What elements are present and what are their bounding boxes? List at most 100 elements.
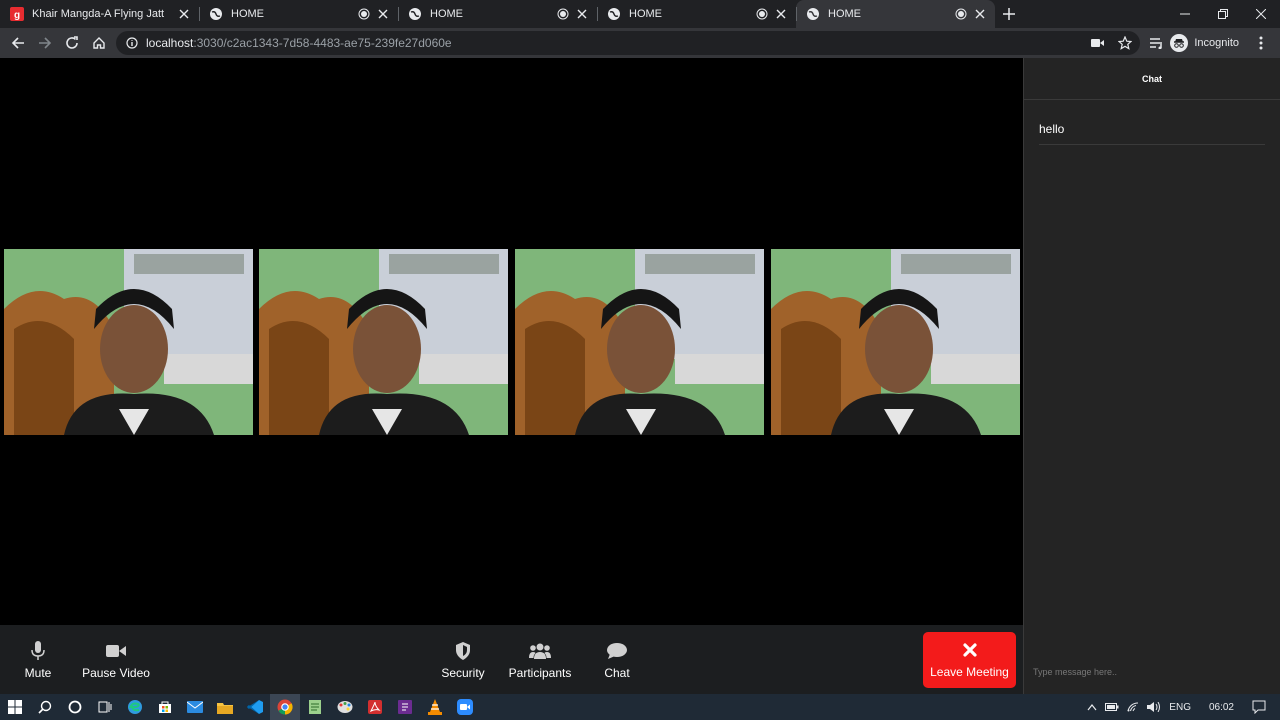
battery-icon[interactable] bbox=[1105, 703, 1119, 711]
acrobat-icon bbox=[368, 700, 382, 714]
browser-tab-4[interactable]: HOME bbox=[597, 0, 796, 28]
recording-icon bbox=[756, 8, 768, 20]
recording-icon bbox=[955, 8, 967, 20]
chat-button[interactable]: Chat bbox=[597, 625, 637, 694]
browser-tab-5[interactable]: HOME bbox=[796, 0, 995, 28]
vscode-icon bbox=[247, 700, 263, 714]
acrobat-taskbar-app[interactable] bbox=[360, 694, 390, 720]
paint-taskbar-app[interactable] bbox=[330, 694, 360, 720]
webcam-feed-image bbox=[259, 249, 508, 435]
vscode-taskbar-app[interactable] bbox=[240, 694, 270, 720]
sublime-taskbar-app[interactable] bbox=[390, 694, 420, 720]
volume-icon[interactable] bbox=[1147, 702, 1161, 712]
media-control-button[interactable] bbox=[1144, 30, 1170, 56]
vlc-taskbar-app[interactable] bbox=[420, 694, 450, 720]
webcam-feed-image bbox=[4, 249, 253, 435]
search-button[interactable] bbox=[30, 694, 60, 720]
mute-label: Mute bbox=[24, 665, 52, 680]
bookmark-button[interactable] bbox=[1112, 30, 1138, 56]
chrome-taskbar-app[interactable] bbox=[270, 694, 300, 720]
edge-icon bbox=[128, 700, 142, 714]
tab-title: HOME bbox=[231, 8, 264, 20]
video-camera-icon bbox=[1091, 39, 1105, 47]
participant-video-2 bbox=[259, 249, 508, 435]
recording-icon bbox=[358, 8, 370, 20]
clock[interactable]: 06:02 bbox=[1209, 702, 1234, 713]
arrow-left-icon bbox=[11, 37, 24, 49]
browser-tab-2[interactable]: HOME bbox=[199, 0, 398, 28]
minimize-button[interactable] bbox=[1166, 0, 1204, 28]
close-tab-icon[interactable] bbox=[973, 7, 987, 21]
chat-label: Chat bbox=[604, 665, 630, 680]
video-camera-icon bbox=[106, 640, 126, 662]
vlc-cone-icon bbox=[428, 699, 442, 715]
svg-text:g: g bbox=[14, 10, 20, 21]
home-icon bbox=[93, 37, 105, 49]
mute-button[interactable]: Mute bbox=[18, 625, 58, 694]
microphone-icon bbox=[31, 640, 45, 662]
browser-menu-button[interactable] bbox=[1248, 30, 1274, 56]
reload-icon bbox=[66, 36, 78, 49]
close-window-button[interactable] bbox=[1242, 0, 1280, 28]
profile-label: Incognito bbox=[1194, 37, 1239, 49]
pause-video-button[interactable]: Pause Video bbox=[80, 625, 152, 694]
participants-button[interactable]: Participants bbox=[505, 625, 575, 694]
forward-button[interactable] bbox=[32, 30, 58, 56]
input-language-indicator[interactable]: ENG bbox=[1169, 702, 1191, 713]
webcam-feed-image bbox=[515, 249, 764, 435]
toolbar-actions: Incognito bbox=[1084, 28, 1280, 58]
incognito-icon bbox=[1170, 34, 1189, 52]
wifi-icon[interactable] bbox=[1127, 702, 1139, 712]
editor-app-icon bbox=[398, 700, 412, 714]
security-button[interactable]: Security bbox=[438, 625, 488, 694]
security-label: Security bbox=[441, 665, 485, 680]
notepad-icon bbox=[309, 700, 321, 714]
close-tab-icon[interactable] bbox=[376, 7, 390, 21]
participant-video-1 bbox=[4, 249, 253, 435]
mail-taskbar-app[interactable] bbox=[180, 694, 210, 720]
back-button[interactable] bbox=[5, 30, 31, 56]
notepad-taskbar-app[interactable] bbox=[300, 694, 330, 720]
restore-button[interactable] bbox=[1204, 0, 1242, 28]
browser-tab-1[interactable]: g Khair Mangda-A Flying Jatt bbox=[0, 0, 199, 28]
plus-icon bbox=[1003, 8, 1015, 20]
edge-taskbar-app[interactable] bbox=[120, 694, 150, 720]
chat-message-input[interactable] bbox=[1033, 662, 1263, 682]
store-taskbar-app[interactable] bbox=[150, 694, 180, 720]
recording-icon bbox=[557, 8, 569, 20]
meeting-controls: Mute Pause Video Security Participants C… bbox=[0, 625, 1023, 694]
pause-video-label: Pause Video bbox=[82, 665, 150, 680]
cortana-circle-icon bbox=[68, 700, 82, 714]
video-grid bbox=[0, 58, 1023, 625]
close-tab-icon[interactable] bbox=[575, 7, 589, 21]
camera-in-use-button[interactable] bbox=[1085, 30, 1111, 56]
reload-button[interactable] bbox=[59, 30, 85, 56]
participants-label: Participants bbox=[508, 665, 572, 680]
system-tray: ENG 06:02 bbox=[1087, 694, 1280, 720]
info-icon[interactable] bbox=[126, 37, 138, 49]
close-tab-icon[interactable] bbox=[774, 7, 788, 21]
task-view-button[interactable] bbox=[90, 694, 120, 720]
cortana-button[interactable] bbox=[60, 694, 90, 720]
new-tab-button[interactable] bbox=[995, 0, 1023, 28]
zoom-taskbar-app[interactable] bbox=[450, 694, 480, 720]
incognito-profile-button[interactable]: Incognito bbox=[1170, 34, 1239, 52]
arrow-right-icon bbox=[39, 37, 52, 49]
chat-message: hello bbox=[1039, 122, 1265, 145]
close-icon bbox=[962, 641, 977, 661]
close-tab-icon[interactable] bbox=[177, 7, 191, 21]
file-explorer-taskbar-app[interactable] bbox=[210, 694, 240, 720]
participant-video-3 bbox=[515, 249, 764, 435]
globe-icon bbox=[607, 7, 621, 21]
task-view-icon bbox=[98, 701, 112, 713]
people-icon bbox=[529, 640, 551, 662]
more-vertical-icon bbox=[1259, 36, 1263, 50]
globe-icon bbox=[408, 7, 422, 21]
notifications-icon[interactable] bbox=[1252, 700, 1266, 714]
address-bar[interactable]: localhost:3030/c2ac1343-7d58-4483-ae75-2… bbox=[116, 31, 1140, 55]
home-button[interactable] bbox=[86, 30, 112, 56]
leave-meeting-button[interactable]: Leave Meeting bbox=[923, 632, 1016, 688]
chevron-up-icon[interactable] bbox=[1087, 703, 1097, 711]
windows-start-button[interactable] bbox=[0, 694, 30, 720]
browser-tab-3[interactable]: HOME bbox=[398, 0, 597, 28]
